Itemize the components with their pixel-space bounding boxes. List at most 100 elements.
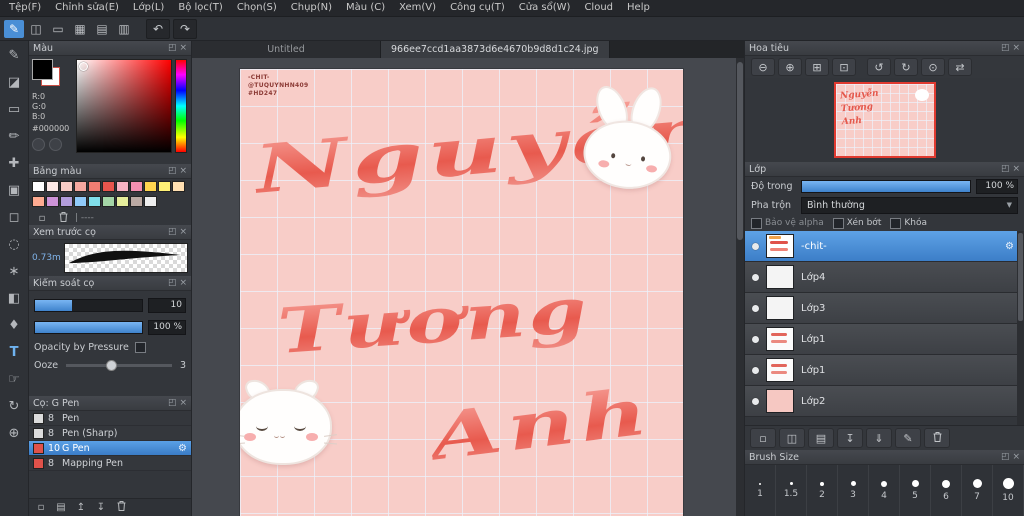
delete-swatch-button[interactable] (54, 211, 72, 225)
selection-button[interactable]: ▭ (48, 20, 68, 38)
palette-swatch-4[interactable] (88, 181, 101, 192)
popout-icon[interactable]: ◰ (1001, 452, 1010, 462)
rotate-ccw-button[interactable]: ↺ (867, 58, 891, 76)
close-icon[interactable]: × (179, 227, 187, 237)
menu-item-10[interactable]: Cloud (577, 0, 620, 16)
transfer-down-button[interactable]: ↧ (837, 428, 863, 448)
palette-swatch-3[interactable] (74, 181, 87, 192)
layer-option-1[interactable]: Xén bớt (832, 217, 881, 229)
palette-swatch-9[interactable] (158, 181, 171, 192)
brush-size-option-5[interactable]: 5 (900, 465, 931, 516)
swap-colors-button[interactable] (49, 138, 62, 151)
add-brush-button[interactable]: ▫ (32, 501, 50, 515)
blend-mode-select[interactable]: Bình thường ▼ (801, 196, 1018, 214)
layer-option-0[interactable]: Bảo vệ alpha (751, 217, 824, 229)
close-icon[interactable]: × (1012, 452, 1020, 462)
delete-layer-button[interactable] (924, 428, 950, 448)
layer-visibility-icon[interactable] (752, 366, 759, 374)
layer-row-3[interactable]: Lớp1 (745, 324, 1024, 355)
menu-item-5[interactable]: Chụp(N) (284, 0, 339, 16)
undo-button[interactable]: ↶ (146, 18, 170, 39)
zoom-tool-button[interactable]: ⊕ (2, 421, 26, 445)
palette-swatch-15[interactable] (88, 195, 101, 207)
marquee-tool-button[interactable]: ◻ (2, 205, 26, 229)
brush-tool-button[interactable]: ✏ (2, 124, 26, 148)
brush-size-option-2[interactable]: 2 (807, 465, 838, 516)
flip-view-button[interactable]: ⇄ (948, 58, 972, 76)
layer-visibility-icon[interactable] (752, 335, 759, 343)
palette-swatch-6[interactable] (116, 181, 129, 192)
rotate-cw-button[interactable]: ↻ (894, 58, 918, 76)
ooze-slider-handle[interactable] (106, 360, 118, 371)
layer-opacity-slider[interactable] (801, 179, 971, 193)
layer-option-2[interactable]: Khóa (890, 217, 927, 229)
merge-down-button[interactable]: ⇓ (866, 428, 892, 448)
brush-size-option-10[interactable]: 10 (993, 465, 1024, 516)
opacity-by-pressure-checkbox[interactable] (134, 342, 146, 353)
close-icon[interactable]: × (179, 166, 187, 176)
text-tool-button[interactable]: T (2, 340, 26, 364)
foreground-color-swatch[interactable] (32, 59, 62, 87)
hue-slider[interactable] (175, 59, 187, 153)
palette-swatch-16[interactable] (102, 195, 115, 207)
brush-size-option-3[interactable]: 3 (838, 465, 869, 516)
palette-swatch-18[interactable] (130, 195, 143, 207)
brush-opacity-slider[interactable] (34, 321, 143, 334)
palette-swatch-13[interactable] (60, 195, 73, 207)
canvas-page[interactable]: -CHIT- @TUQUYNHN409 #HD247 Nguyễn Tương … (240, 69, 683, 516)
menu-item-3[interactable]: Bộ lọc(T) (171, 0, 229, 16)
saturation-value-picker[interactable] (76, 59, 172, 153)
shape-tool-button[interactable]: ▭ (2, 97, 26, 121)
brush-down-button[interactable]: ↧ (92, 501, 110, 515)
canvas-tab-1[interactable]: 966ee7ccd1aa3873d6e4670b9d8d1c24.jpg (381, 41, 610, 58)
eyedropper-tool-button[interactable]: ♦ (2, 313, 26, 337)
popout-icon[interactable]: ◰ (168, 166, 177, 176)
layer-visibility-icon[interactable] (752, 273, 759, 281)
menu-item-9[interactable]: Cửa sổ(W) (512, 0, 578, 16)
layer-row-2[interactable]: Lớp3 (745, 293, 1024, 324)
close-icon[interactable]: × (179, 278, 187, 288)
menu-item-4[interactable]: Chọn(S) (230, 0, 284, 16)
add-layer-button[interactable]: ▫ (750, 428, 776, 448)
color-cursor[interactable] (79, 62, 88, 71)
layer-row-0[interactable]: -chit- ⚙ (745, 231, 1024, 262)
palette-swatch-17[interactable] (116, 195, 129, 207)
rename-layer-button[interactable]: ✎ (895, 428, 921, 448)
palette-swatch-8[interactable] (144, 181, 157, 192)
menu-item-7[interactable]: Xem(V) (392, 0, 443, 16)
clipboard-button[interactable]: ◫ (26, 20, 46, 38)
canvas-vertical-scrollbar[interactable] (736, 58, 744, 516)
pen-tool-button[interactable]: ✎ (2, 43, 26, 67)
reset-rotation-button[interactable]: ⊙ (921, 58, 945, 76)
actual-size-button[interactable]: ⊡ (832, 58, 856, 76)
navigator-thumbnail[interactable]: Nguyễn Tương Anh (833, 82, 936, 158)
material-panel-button[interactable]: ▥ (114, 20, 134, 38)
palette-swatch-2[interactable] (60, 181, 73, 192)
brush-opacity-value[interactable]: 100 % (148, 320, 186, 335)
palette-swatch-1[interactable] (46, 181, 59, 192)
brush-size-option-7[interactable]: 7 (962, 465, 993, 516)
popout-icon[interactable]: ◰ (168, 278, 177, 288)
brush-size-option-1.5[interactable]: 1.5 (776, 465, 807, 516)
close-icon[interactable]: × (179, 398, 187, 408)
add-swatch-button[interactable]: ▫ (33, 211, 51, 225)
popout-icon[interactable]: ◰ (168, 43, 177, 53)
move-tool-button[interactable]: ✚ (2, 151, 26, 175)
popout-icon[interactable]: ◰ (168, 227, 177, 237)
close-icon[interactable]: × (1012, 43, 1020, 53)
hand-tool-button[interactable]: ☞ (2, 367, 26, 391)
menu-item-0[interactable]: Tệp(F) (2, 0, 48, 16)
popout-icon[interactable]: ◰ (1001, 164, 1010, 174)
brush-row-3[interactable]: 8 Mapping Pen (29, 456, 191, 471)
layer-row-1[interactable]: Lớp4 (745, 262, 1024, 293)
close-icon[interactable]: × (179, 43, 187, 53)
brush-settings-icon[interactable]: ⚙ (178, 443, 187, 454)
palette-swatch-5[interactable] (102, 181, 115, 192)
palette-swatch-12[interactable] (46, 195, 59, 207)
current-color-swatch[interactable] (32, 59, 53, 80)
popout-icon[interactable]: ◰ (168, 398, 177, 408)
menu-item-11[interactable]: Help (620, 0, 657, 16)
fit-window-button[interactable]: ⊞ (805, 58, 829, 76)
menu-item-8[interactable]: Công cụ(T) (443, 0, 512, 16)
zoom-out-button[interactable]: ⊖ (751, 58, 775, 76)
